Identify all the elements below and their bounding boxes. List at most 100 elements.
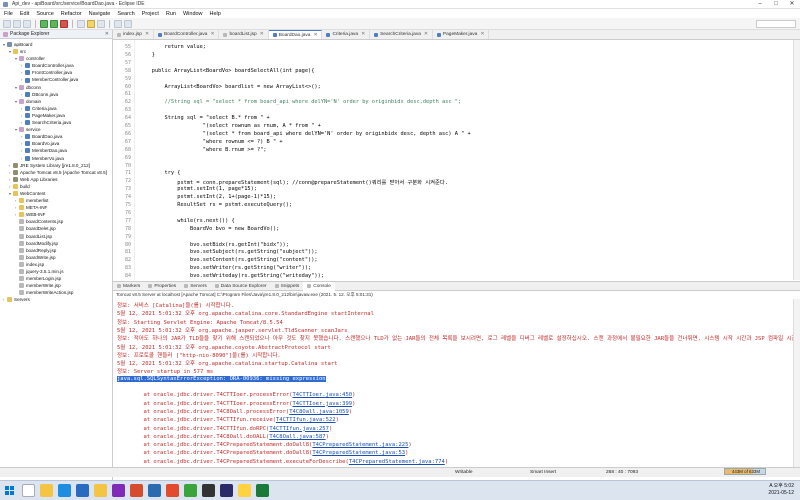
tree-item[interactable]: › BoardController.java (0, 62, 112, 69)
panel-tab-markers[interactable]: Markers (113, 284, 144, 289)
tree-item[interactable]: › Criteria.java (0, 105, 112, 112)
tree-item[interactable]: ▾ dbconn (0, 84, 112, 91)
eclipse-ee-icon[interactable] (112, 484, 125, 497)
tree-item[interactable]: boardList.jsp (0, 233, 112, 240)
console-scrollbar[interactable] (793, 299, 800, 467)
tree-item[interactable]: index.jsp (0, 261, 112, 268)
panel-tab-snippets[interactable]: Snippets (271, 284, 304, 289)
tree-item[interactable]: › Servers (0, 296, 112, 303)
stack-trace-link[interactable]: T4CTTIoer.java:399 (293, 401, 353, 407)
menu-run[interactable]: Run (166, 11, 176, 17)
folder-icon[interactable] (94, 484, 107, 497)
menu-source[interactable]: Source (36, 11, 53, 17)
panel-tab-servers[interactable]: Servers (180, 284, 211, 289)
close-tab-icon[interactable]: ✕ (145, 30, 149, 39)
search-icon[interactable] (97, 19, 105, 28)
back-icon[interactable] (114, 19, 122, 28)
tree-item[interactable]: ▾ domain (0, 98, 112, 105)
editor-tab[interactable]: BoardDao.java ✕ (268, 30, 323, 40)
eclipse-taskbar-icon[interactable] (220, 484, 233, 497)
close-tab-icon[interactable]: ✕ (260, 30, 264, 39)
tree-item[interactable]: memberWrite.jsp (0, 282, 112, 289)
minimize-button[interactable]: – (752, 0, 768, 9)
code-editor[interactable]: 55 56 57 58 59 60 61 62 63 64 65 66 67 68 69 70 71 72 73 74… (113, 40, 793, 280)
tree-item[interactable]: › PageMaker.java (0, 112, 112, 119)
tree-item[interactable]: › memberlist (0, 197, 112, 204)
stack-trace-link[interactable]: T4CPreparedStatement.java:774 (349, 459, 445, 465)
tree-item[interactable]: ▾ WebContent (0, 190, 112, 197)
close-tab-icon[interactable]: ✕ (480, 30, 484, 39)
console-output[interactable]: 정보: 서비스 [Catalina]을(를) 시작합니다. 5월 12, 2021… (113, 299, 793, 467)
stack-trace-link[interactable]: T4C8Oall.java:1059 (289, 409, 349, 415)
new-java-class-icon[interactable] (77, 19, 85, 28)
tree-item[interactable]: boardWrite.jsp (0, 254, 112, 261)
panel-tab-properties[interactable]: Properties (144, 284, 180, 289)
close-view-icon[interactable]: ✕ (105, 31, 109, 37)
menu-search[interactable]: Search (117, 11, 134, 17)
stack-trace-link[interactable]: T4CTTIfun.java:257 (269, 426, 329, 432)
menu-project[interactable]: Project (142, 11, 159, 17)
tree-item[interactable]: › SearchCriteria.java (0, 119, 112, 126)
menu-help[interactable]: Help (210, 11, 221, 17)
stack-trace-link[interactable]: T4CPreparedStatement.java:53 (312, 450, 405, 456)
print-icon[interactable] (23, 19, 31, 28)
editor-tab[interactable]: PageMaker.java ✕ (433, 30, 490, 39)
menu-refactor[interactable]: Refactor (61, 11, 82, 17)
tree-item[interactable]: › META-INF (0, 204, 112, 211)
menu-navigate[interactable]: Navigate (89, 11, 111, 17)
forward-icon[interactable] (124, 19, 132, 28)
tree-item[interactable]: › BoardVo.java (0, 140, 112, 147)
clock-date[interactable]: 2021-05-12 (768, 490, 794, 497)
tree-item[interactable]: ▾ src (0, 48, 112, 55)
editor-tab[interactable]: boardList.jsp ✕ (219, 30, 269, 39)
close-tab-icon[interactable]: ✕ (210, 30, 214, 39)
close-tab-icon[interactable]: ✕ (361, 30, 365, 39)
tree-item[interactable]: memberLogin.jsp (0, 275, 112, 282)
panel-tab-data-source-explorer[interactable]: Data Source Explorer (211, 284, 271, 289)
tree-item[interactable]: jquery-3.5.1.min.js (0, 268, 112, 275)
editor-tab[interactable]: BoardController.java ✕ (154, 30, 220, 39)
tree-item[interactable]: › DBconn.java (0, 91, 112, 98)
tree-item[interactable]: ▾ service (0, 126, 112, 133)
menu-edit[interactable]: Edit (20, 11, 29, 17)
close-button[interactable]: ✕ (784, 0, 800, 9)
panel-tab-console[interactable]: Console (303, 281, 335, 291)
menu-window[interactable]: Window (183, 11, 203, 17)
stack-trace-link[interactable]: T4CTTIfun.java:522 (276, 417, 336, 423)
editor-tab[interactable]: SearchCriteria.java ✕ (370, 30, 433, 39)
powerpoint-icon[interactable] (130, 484, 143, 497)
menu-file[interactable]: File (4, 11, 13, 17)
editor-scrollbar[interactable] (793, 40, 800, 280)
run-icon[interactable] (50, 19, 58, 28)
editor-tab[interactable]: index.jsp ✕ (113, 30, 154, 39)
terminal-icon[interactable] (202, 484, 215, 497)
clock-time[interactable]: 오후 5:02 (774, 483, 794, 489)
file-explorer-icon[interactable] (40, 484, 53, 497)
tree-item[interactable]: › build (0, 183, 112, 190)
excel-icon[interactable] (256, 484, 269, 497)
tree-item[interactable]: boardReply.jsp (0, 247, 112, 254)
windows-start-icon[interactable] (5, 486, 15, 496)
tree-item[interactable]: ▾ apiBoard (0, 41, 112, 48)
tree-item[interactable]: › MemberDao.java (0, 147, 112, 154)
close-tab-icon[interactable]: ✕ (424, 30, 428, 39)
word-icon[interactable] (148, 484, 161, 497)
close-tab-icon[interactable]: ✕ (313, 31, 317, 40)
editor-tab[interactable]: Criteria.java ✕ (322, 30, 371, 39)
tree-item[interactable]: › Apache Tomcat v8.5 [Apache Tomcat v8.5] (0, 169, 112, 176)
tree-item[interactable]: boardContents.jsp (0, 218, 112, 225)
stack-trace-link[interactable]: T4CTTIoer.java:450 (293, 392, 353, 398)
language-indicator[interactable]: A (769, 483, 772, 489)
tree-item[interactable]: › BoardDao.java (0, 133, 112, 140)
oracle-icon[interactable] (166, 484, 179, 497)
maximize-button[interactable]: □ (768, 0, 784, 9)
tree-item[interactable]: boardDelet.jsp (0, 225, 112, 232)
tree-item[interactable]: › Web App Libraries (0, 176, 112, 183)
stack-trace-link[interactable]: T4CPreparedStatement.java:225 (312, 442, 408, 448)
tree-item[interactable]: memberWriteAction.jsp (0, 289, 112, 296)
stop-icon[interactable] (60, 19, 68, 28)
quick-access-field[interactable] (756, 20, 796, 28)
heap-status[interactable]: 443M of 633M (724, 468, 766, 475)
tree-item[interactable]: › MemberController.java (0, 76, 112, 83)
save-icon[interactable] (13, 19, 21, 28)
